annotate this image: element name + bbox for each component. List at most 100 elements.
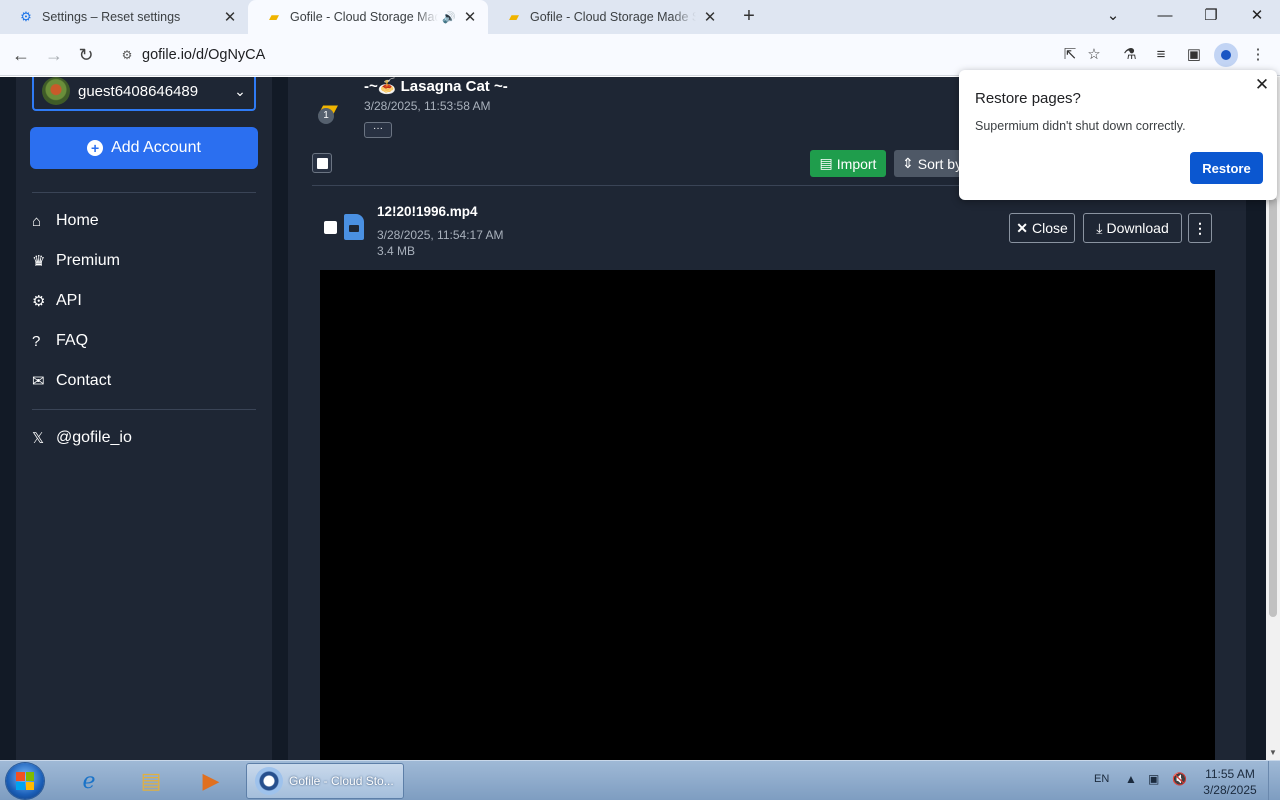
tray-expand-icon[interactable]: ▲ [1125, 772, 1137, 786]
sidebar-item-home[interactable]: ⌂ Home [32, 208, 99, 234]
gofile-favicon-icon: ▰ [509, 9, 519, 24]
supermium-logo-icon [255, 767, 283, 795]
tab-gofile[interactable]: ▰ Gofile - Cloud Storage Made Simple ✕ [488, 0, 728, 34]
sidebar-item-faq[interactable]: ? FAQ [32, 328, 88, 354]
minimize-icon[interactable]: — [1142, 0, 1188, 32]
file-date: 3/28/2025, 11:54:17 AM [377, 228, 504, 242]
tab-title: Settings – Reset settings [42, 10, 181, 24]
question-icon: ? [32, 332, 41, 350]
popup-message: Supermium didn't shut down correctly. [975, 119, 1186, 133]
close-label: Close [1031, 220, 1068, 236]
import-label: Import [836, 155, 877, 172]
sidebar-item-x-social[interactable]: 𝕏 @gofile_io [32, 425, 132, 451]
media-queue-icon[interactable]: ≡ [1149, 43, 1173, 67]
sidebar-item-api[interactable]: ⚙ API [32, 288, 82, 314]
file-options-kebab-icon[interactable]: ⋮ [1188, 213, 1212, 243]
file-checkbox[interactable] [324, 221, 337, 234]
sort-label: Sort by [917, 155, 963, 172]
sidebar-item-premium[interactable]: ♛ Premium [32, 248, 120, 274]
download-icon: ⤓ [1096, 219, 1103, 236]
download-button[interactable]: ⤓ Download [1083, 213, 1182, 243]
address-bar[interactable]: ⚙ gofile.io/d/OgNyCA [108, 39, 1108, 71]
x-logo-icon: 𝕏 [32, 430, 45, 447]
folder-more-button[interactable]: ··· [364, 122, 392, 138]
sidebar-item-label: FAQ [56, 332, 89, 349]
file-name[interactable]: 12!20!1996.mp4 [377, 204, 478, 219]
site-info-icon[interactable]: ⚙ [114, 48, 140, 62]
side-panel-icon[interactable]: ▣ [1182, 43, 1206, 67]
task-label: Gofile - Cloud Sto... [289, 774, 394, 788]
gofile-favicon-icon: ▰ [269, 9, 279, 24]
menu-kebab-icon[interactable]: ⋮ [1246, 43, 1270, 67]
sidebar-item-label: Contact [56, 372, 112, 389]
file-explorer-icon[interactable]: ▤ [126, 764, 176, 798]
close-icon: ✕ [1016, 219, 1028, 236]
add-account-button[interactable]: + Add Account [32, 129, 256, 167]
close-tab-icon[interactable]: ✕ [462, 8, 478, 26]
windows-logo-icon [16, 772, 34, 790]
new-tab-icon[interactable]: + [738, 5, 760, 27]
sidebar-item-label: Premium [56, 252, 121, 269]
speaker-icon[interactable]: 🔊 [442, 11, 456, 24]
media-player-icon[interactable]: ▶ [186, 764, 236, 798]
popup-title: Restore pages? [975, 90, 1081, 107]
tab-settings[interactable]: ⚙ Settings – Reset settings ✕ [0, 0, 248, 34]
tab-gofile-active[interactable]: ▰ Gofile - Cloud Storage Made Simple 🔊 ✕ [248, 0, 488, 34]
file-import-icon: ▤ [819, 155, 833, 171]
restore-button[interactable]: Restore [1190, 152, 1263, 184]
folder-date: 3/28/2025, 11:53:58 AM [364, 99, 491, 113]
scrollbar-thumb[interactable] [1269, 197, 1277, 617]
restore-window-icon[interactable]: ❐ [1188, 0, 1234, 32]
sidebar-divider [32, 192, 256, 193]
video-player[interactable] [320, 270, 1215, 760]
tab-title: Gofile - Cloud Storage Made Simple [290, 10, 439, 24]
tab-title: Gofile - Cloud Storage Made Simple [530, 10, 696, 24]
internet-explorer-icon[interactable]: ℯ [64, 764, 114, 798]
item-count-badge: 1 [318, 108, 334, 124]
gear-icon: ⚙ [20, 9, 32, 24]
sidebar-item-contact[interactable]: ✉ Contact [32, 368, 111, 394]
labs-flask-icon[interactable]: ⚗ [1118, 43, 1142, 67]
close-preview-button[interactable]: ✕ Close [1009, 213, 1075, 243]
crown-icon: ♛ [32, 253, 46, 270]
sidebar: guest6408646489 ⌄ + Add Account ⌂ Home ♛… [16, 77, 272, 760]
import-button[interactable]: ▤ Import [810, 150, 886, 177]
clock-date[interactable]: 3/28/2025 [1198, 783, 1262, 797]
home-icon: ⌂ [32, 212, 42, 230]
bookmark-star-icon[interactable]: ☆ [1082, 43, 1106, 67]
add-account-label: Add Account [111, 139, 201, 156]
profile-avatar-icon[interactable] [1214, 43, 1238, 67]
sort-icon: ⇕ [902, 155, 914, 171]
account-select[interactable]: guest6408646489 ⌄ [32, 77, 256, 111]
taskbar-browser-task[interactable]: Gofile - Cloud Sto... [246, 763, 404, 799]
chevron-down-icon: ⌄ [234, 82, 246, 99]
avatar [42, 77, 70, 105]
select-all-checkbox[interactable] [312, 153, 332, 173]
video-file-icon [344, 214, 364, 240]
gears-icon: ⚙ [32, 293, 46, 310]
scroll-down-arrow-icon[interactable]: ▼ [1266, 746, 1280, 760]
close-tab-icon[interactable]: ✕ [222, 8, 238, 26]
url-text[interactable]: gofile.io/d/OgNyCA [142, 47, 265, 63]
folder-title: -~🍝 Lasagna Cat ~- [364, 78, 508, 95]
forward-icon[interactable]: → [41, 42, 67, 68]
show-desktop-button[interactable] [1268, 761, 1280, 800]
language-indicator[interactable]: EN [1094, 773, 1109, 785]
tab-strip: ⚙ Settings – Reset settings ✕ ▰ Gofile -… [0, 0, 1280, 34]
close-window-icon[interactable]: ✕ [1234, 0, 1280, 32]
clock-time[interactable]: 11:55 AM [1202, 767, 1258, 781]
envelope-icon: ✉ [32, 373, 45, 390]
download-label: Download [1106, 220, 1169, 236]
network-icon[interactable]: ▣ [1148, 772, 1159, 786]
close-tab-icon[interactable]: ✕ [702, 8, 718, 26]
close-icon[interactable]: ✕ [1253, 76, 1271, 94]
volume-muted-icon[interactable]: 🔇 [1172, 772, 1187, 786]
back-icon[interactable]: ← [8, 42, 34, 68]
share-icon[interactable]: ⇱ [1058, 43, 1082, 67]
account-name: guest6408646489 [78, 82, 199, 100]
start-button[interactable] [6, 763, 44, 799]
tab-search-chevron-icon[interactable]: ⌄ [1090, 0, 1136, 32]
reload-icon[interactable]: ↻ [73, 42, 99, 68]
sidebar-divider [32, 409, 256, 410]
sidebar-item-label: @gofile_io [56, 429, 132, 446]
